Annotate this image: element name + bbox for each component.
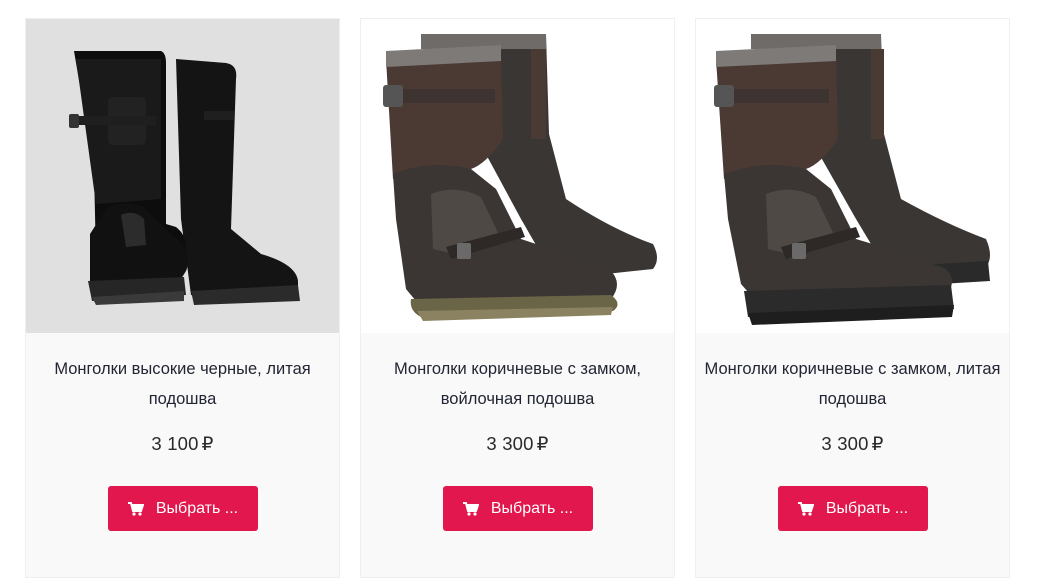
boot-photo-brown-felt — [383, 34, 657, 321]
product-price: 3 300 ₽ — [361, 433, 674, 455]
product-title-line1[interactable]: Монголки высокие черные, литая — [54, 360, 310, 378]
product-title-line2[interactable]: войлочная подошва — [441, 390, 595, 408]
product-title[interactable]: Монголки коричневые с замком, литая подо… — [696, 354, 1009, 414]
select-button-label: Выбрать ... — [825, 499, 909, 517]
product-card: Монголки коричневые с замком, войлочная … — [360, 18, 675, 578]
product-price: 3 300 ₽ — [696, 433, 1009, 455]
product-card: Монголки коричневые с замком, литая подо… — [695, 18, 1010, 578]
select-button[interactable]: Выбрать ... — [443, 486, 593, 531]
cart-icon — [462, 501, 479, 516]
select-button[interactable]: Выбрать ... — [108, 486, 258, 531]
currency-symbol: ₽ — [871, 433, 884, 454]
product-title-line1[interactable]: Монголки коричневые с замком, — [394, 360, 641, 378]
select-button-label: Выбрать ... — [155, 499, 239, 517]
currency-symbol: ₽ — [536, 433, 549, 454]
product-card: Монголки высокие черные, литая подошва 3… — [25, 18, 340, 578]
boot-photo-black — [69, 51, 300, 305]
product-image[interactable] — [26, 19, 339, 333]
select-button[interactable]: Выбрать ... — [778, 486, 928, 531]
product-title[interactable]: Монголки высокие черные, литая подошва — [26, 354, 339, 414]
product-title-line1[interactable]: Монголки коричневые с замком, литая — [705, 360, 1001, 378]
product-title[interactable]: Монголки коричневые с замком, войлочная … — [361, 354, 674, 414]
cart-icon — [797, 501, 814, 516]
product-title-line2[interactable]: подошва — [149, 390, 217, 408]
currency-symbol: ₽ — [201, 433, 214, 454]
price-value: 3 300 — [821, 433, 869, 454]
price-value: 3 100 — [151, 433, 199, 454]
select-button-label: Выбрать ... — [490, 499, 574, 517]
product-title-line2[interactable]: подошва — [819, 390, 887, 408]
product-image[interactable] — [361, 19, 674, 333]
price-value: 3 300 — [486, 433, 534, 454]
boot-photo-brown-cast — [714, 34, 990, 325]
cart-icon — [127, 501, 144, 516]
product-price: 3 100 ₽ — [26, 433, 339, 455]
product-image[interactable] — [696, 19, 1009, 333]
